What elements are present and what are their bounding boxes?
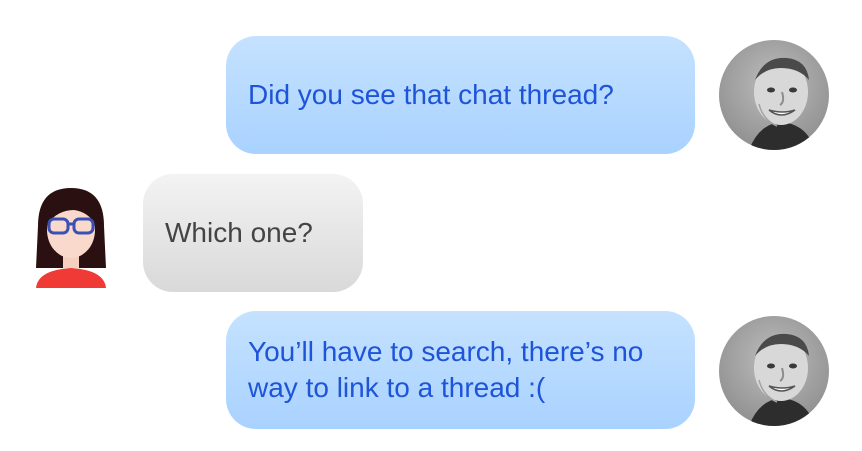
message-text: Did you see that chat thread? <box>248 79 614 110</box>
man-avatar-icon[interactable] <box>719 316 829 426</box>
message-text: You’ll have to search, there’s no way to… <box>248 336 644 403</box>
message-bubble-sent[interactable]: Did you see that chat thread? <box>226 36 695 154</box>
woman-avatar-icon[interactable] <box>28 184 114 288</box>
message-bubble-received[interactable]: Which one? <box>143 174 363 292</box>
message-text: Which one? <box>165 217 313 248</box>
man-avatar-icon[interactable] <box>719 40 829 150</box>
message-bubble-sent[interactable]: You’ll have to search, there’s no way to… <box>226 311 695 429</box>
